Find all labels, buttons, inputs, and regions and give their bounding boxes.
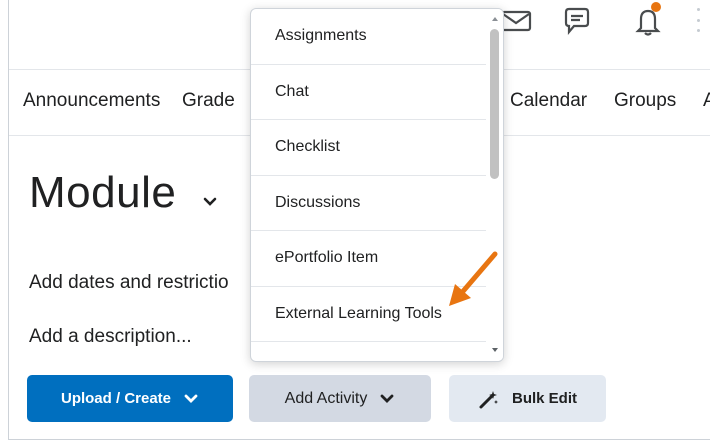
chat-icon[interactable]	[561, 6, 595, 36]
nav-item-more[interactable]: A	[703, 90, 710, 112]
nav-item-calendar[interactable]: Calendar	[510, 90, 587, 112]
bell-icon[interactable]	[631, 6, 665, 36]
chevron-down-icon	[380, 394, 394, 403]
notification-badge	[651, 2, 661, 12]
add-activity-label: Add Activity	[284, 389, 368, 407]
menu-item-discussions[interactable]: Discussions	[251, 176, 487, 231]
add-description-link[interactable]: Add a description...	[29, 326, 192, 348]
bulk-edit-button[interactable]: Bulk Edit	[449, 375, 606, 422]
nav-item-announcements[interactable]: Announcements	[23, 90, 160, 112]
add-dates-link[interactable]: Add dates and restrictio	[29, 272, 229, 294]
magic-wand-icon	[479, 390, 498, 408]
menu-item-chat[interactable]: Chat	[251, 65, 487, 120]
scroll-up-icon[interactable]	[492, 17, 498, 21]
lms-window: Announcements Grade Calendar Groups A Mo…	[8, 0, 710, 440]
scroll-down-icon[interactable]	[492, 348, 498, 352]
kebab-icon[interactable]	[697, 8, 701, 32]
nav-item-grades[interactable]: Grade	[182, 90, 235, 112]
upload-create-button[interactable]: Upload / Create	[27, 375, 233, 422]
scroll-thumb[interactable]	[490, 29, 499, 179]
chevron-down-icon	[184, 394, 198, 403]
module-title[interactable]: Module	[29, 168, 176, 218]
annotation-arrow-icon	[449, 251, 498, 306]
chevron-down-icon[interactable]	[202, 196, 218, 208]
menu-item-assignments[interactable]: Assignments	[251, 9, 487, 65]
add-activity-button[interactable]: Add Activity	[249, 375, 431, 422]
bulk-edit-label: Bulk Edit	[511, 390, 577, 407]
mail-icon[interactable]	[499, 6, 533, 36]
menu-item-checklist[interactable]: Checklist	[251, 120, 487, 176]
nav-item-groups[interactable]: Groups	[614, 90, 676, 112]
upload-create-label: Upload / Create	[60, 390, 172, 407]
